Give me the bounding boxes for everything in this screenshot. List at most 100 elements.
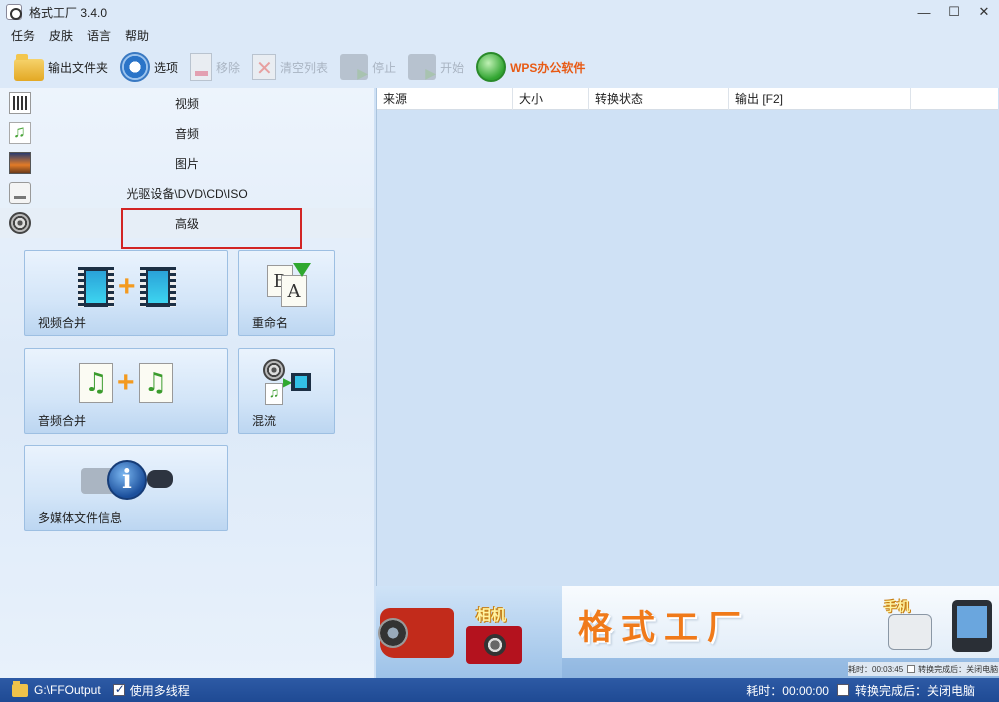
ad-banner[interactable]: 相机 格式工厂 手机 耗时：00:03:45 转换完成后：关闭电脑 [376, 586, 999, 678]
category-disc[interactable]: 光驱设备\DVD\CD\ISO [0, 178, 374, 208]
digital-camera-icon [466, 626, 522, 664]
multithread-option[interactable]: 使用多线程 [112, 682, 190, 699]
banner-elapsed: 耗时：00:03:45 [848, 664, 904, 674]
clear-list-label: 清空列表 [280, 60, 329, 75]
column-filler [911, 88, 998, 110]
rename-tile[interactable]: B A 重命名 [238, 250, 335, 336]
elapsed-time: 耗时：00:00:00 [746, 683, 829, 698]
output-folder-button[interactable]: 输出文件夹 [14, 49, 108, 85]
media-info-label: 多媒体文件信息 [38, 511, 123, 525]
category-image[interactable]: 图片 [0, 148, 374, 178]
video-merge-tile[interactable]: + 视频合并 [24, 250, 228, 336]
task-list[interactable]: 来源 大小 转换状态 输出 [F2] [376, 88, 998, 586]
window-title: 格式工厂 3.4.0 [29, 5, 108, 20]
multithread-checkbox[interactable] [112, 682, 125, 696]
stop-label: 停止 [372, 60, 397, 75]
column-size[interactable]: 大小 [513, 88, 589, 110]
status-right: 耗时：00:00:00 转换完成后：关闭电脑 [746, 678, 975, 702]
mux-label: 混流 [252, 414, 277, 428]
phone-label: 手机 [884, 599, 911, 614]
app-icon [6, 4, 22, 20]
audio-merge-label: 音频合并 [38, 414, 87, 428]
banner-mini-status: 耗时：00:03:45 转换完成后：关闭电脑 [848, 662, 999, 676]
video-merge-label: 视频合并 [38, 316, 87, 330]
filmstrip-icon [139, 267, 176, 307]
column-output[interactable]: 输出 [F2] [729, 88, 911, 110]
picture-icon [9, 152, 31, 174]
media-info-tile[interactable]: i 多媒体文件信息 [24, 445, 228, 531]
camcorder-icon [378, 608, 454, 658]
category-disc-label: 光驱设备\DVD\CD\ISO [126, 186, 248, 201]
music-note-icon [9, 122, 31, 144]
task-list-header: 来源 大小 转换状态 输出 [F2] [377, 88, 998, 110]
wps-globe-icon [476, 52, 507, 82]
disc-drive-icon [9, 182, 31, 204]
rename-art: B A [267, 263, 311, 307]
folder-icon [14, 54, 44, 81]
wps-office-button[interactable]: WPS办公软件 [476, 49, 585, 85]
clear-list-button[interactable]: 清空列表 [252, 49, 328, 85]
annotation-highlight-box [121, 208, 302, 249]
close-button[interactable]: ✕ [969, 0, 999, 24]
wps-office-label: WPS办公软件 [510, 60, 586, 75]
category-audio[interactable]: 音频 [0, 118, 374, 148]
menu-task[interactable]: 任务 [11, 27, 35, 44]
banner-checkbox [907, 665, 916, 673]
brand-text: 格式工厂 [578, 609, 750, 647]
remove-button[interactable]: 移除 [190, 49, 240, 85]
music-file-icon: ♫ [79, 363, 113, 403]
multithread-label: 使用多线程 [129, 683, 190, 698]
column-source[interactable]: 来源 [377, 88, 513, 110]
audio-merge-art: ♫ + ♫ [79, 363, 173, 403]
phone-icon [888, 614, 932, 650]
start-button[interactable]: 开始 [408, 49, 464, 85]
options-icon [120, 52, 151, 82]
output-path[interactable]: G:\FFOutput [34, 683, 101, 697]
output-folder-label: 输出文件夹 [48, 60, 109, 75]
window-controls: — ☐ ✕ [909, 0, 999, 24]
function-panel: 视频 音频 图片 光驱设备\DVD\CD\ISO 高级 + 视频合并 B [0, 88, 374, 678]
stop-icon [340, 54, 369, 82]
minimize-button[interactable]: — [909, 0, 939, 24]
column-status[interactable]: 转换状态 [589, 88, 729, 110]
rename-ab-icon: B A [267, 263, 311, 307]
category-video-label: 视频 [174, 96, 199, 111]
stop-button[interactable]: 停止 [340, 49, 396, 85]
media-info-art: i [81, 458, 173, 504]
plus-icon: + [117, 366, 135, 399]
camera-label: 相机 [476, 607, 507, 624]
start-label: 开始 [440, 60, 465, 75]
start-icon [408, 54, 437, 82]
banner-after-convert: 转换完成后：关闭电脑 [918, 664, 999, 674]
camera-banner: 相机 [376, 586, 562, 678]
brand-banner: 格式工厂 手机 [562, 586, 999, 658]
options-button[interactable]: 选项 [120, 49, 178, 85]
maximize-button[interactable]: ☐ [939, 0, 969, 24]
remove-label: 移除 [216, 60, 241, 75]
menu-skin[interactable]: 皮肤 [49, 27, 73, 44]
film-reel-icon [9, 212, 31, 234]
video-clapper-icon [9, 92, 31, 114]
mux-art: ♫ ▶ [263, 359, 311, 407]
category-video[interactable]: 视频 [0, 88, 374, 118]
clear-list-icon [252, 54, 277, 81]
title-bar: 格式工厂 3.4.0 — ☐ ✕ [0, 0, 999, 24]
rename-label: 重命名 [252, 316, 289, 330]
smartphone-icon [952, 600, 992, 652]
audio-merge-tile[interactable]: ♫ + ♫ 音频合并 [24, 348, 228, 434]
filmstrip-icon [78, 267, 114, 307]
video-merge-art: + [78, 267, 176, 307]
task-panel: 来源 大小 转换状态 输出 [F2] 相机 格式工厂 手机 耗时：00:03:4… [376, 88, 999, 678]
mux-icon: ♫ ▶ [263, 359, 311, 407]
category-audio-label: 音频 [174, 126, 199, 141]
options-label: 选项 [154, 60, 179, 75]
music-file-icon: ♫ [138, 363, 173, 403]
mux-tile[interactable]: ♫ ▶ 混流 [238, 348, 335, 434]
output-folder-icon[interactable] [12, 680, 28, 697]
info-icon: i [81, 458, 173, 504]
after-convert-checkbox[interactable] [836, 684, 849, 696]
menu-help[interactable]: 帮助 [125, 27, 149, 44]
plus-icon: + [118, 270, 136, 303]
status-bar: G:\FFOutput 使用多线程 耗时：00:00:00 转换完成后：关闭电脑 [0, 678, 999, 702]
menu-language[interactable]: 语言 [87, 27, 111, 44]
